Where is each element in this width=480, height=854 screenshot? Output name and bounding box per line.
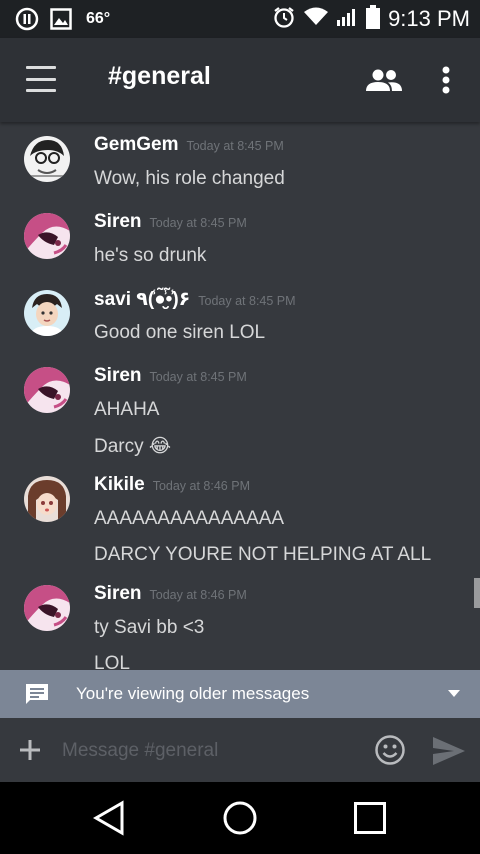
avatar[interactable] (24, 585, 70, 631)
message-text: Darcy 😂 (94, 436, 172, 457)
message-timestamp: Today at 8:45 PM (186, 139, 284, 153)
emoji-icon[interactable] (374, 734, 406, 766)
message-text: AHAHA (94, 399, 160, 420)
message-timestamp: Today at 8:46 PM (152, 479, 250, 493)
send-icon[interactable] (432, 736, 466, 766)
chevron-down-icon[interactable] (448, 690, 460, 697)
pause-circle-icon (14, 6, 40, 32)
temperature-text: 66° (86, 10, 111, 27)
message-author[interactable]: savi ٩(̾●̮̮̃̾•̃̾)۶ Today at 8:45 PM (94, 288, 296, 311)
message-text: he's so drunk (94, 245, 207, 266)
channel-header: #general (0, 38, 480, 122)
alarm-icon (272, 5, 296, 34)
message-author[interactable]: Siren Today at 8:45 PM (94, 211, 247, 233)
author-name[interactable]: savi ٩(̾●̮̮̃̾•̃̾)۶ (94, 289, 190, 310)
older-messages-banner[interactable]: You're viewing older messages (0, 670, 480, 718)
author-name[interactable]: Kikile (94, 474, 145, 495)
system-nav-bar (0, 782, 480, 854)
message-text: AAAAAAAAAAAAAAA (94, 508, 285, 529)
message-timestamp: Today at 8:45 PM (149, 216, 247, 230)
battery-icon (366, 4, 381, 34)
add-attachment-icon[interactable] (16, 736, 44, 764)
more-vert-icon[interactable] (436, 62, 456, 98)
wifi-icon (304, 7, 329, 32)
message-timestamp: Today at 8:45 PM (149, 370, 247, 384)
message-composer (0, 718, 480, 782)
back-icon[interactable] (92, 800, 126, 836)
author-name[interactable]: Siren (94, 365, 142, 386)
message-text: Wow, his role changed (94, 168, 285, 189)
message-text: LOL (94, 653, 130, 670)
message-text: ty Savi bb <3 (94, 617, 205, 638)
home-icon[interactable] (222, 800, 258, 836)
avatar[interactable] (24, 213, 70, 259)
message-text: Good one siren LOL (94, 322, 266, 343)
message-text: DARCY YOURE NOT HELPING AT ALL (94, 544, 432, 565)
chat-bubble-icon (24, 682, 50, 706)
image-icon (48, 6, 74, 32)
older-messages-text: You're viewing older messages (76, 684, 310, 703)
channel-title: #general (108, 62, 211, 90)
message-input[interactable] (60, 732, 364, 770)
message-list[interactable]: GemGem Today at 8:45 PM Wow, his role cha… (0, 122, 480, 670)
author-name[interactable]: Siren (94, 583, 142, 604)
message-author[interactable]: Siren Today at 8:46 PM (94, 583, 247, 605)
menu-icon[interactable] (26, 66, 56, 92)
message-author[interactable]: Kikile Today at 8:46 PM (94, 474, 250, 496)
avatar[interactable] (24, 367, 70, 413)
message-timestamp: Today at 8:46 PM (149, 588, 247, 602)
signal-icon (336, 7, 358, 32)
status-bar: 66° 9:13 PM (0, 0, 480, 38)
avatar[interactable] (24, 476, 70, 522)
avatar[interactable] (24, 290, 70, 336)
message-author[interactable]: GemGem Today at 8:45 PM (94, 134, 284, 156)
author-name[interactable]: GemGem (94, 134, 178, 155)
message-author[interactable]: Siren Today at 8:45 PM (94, 365, 247, 387)
scrollbar-thumb[interactable] (474, 578, 480, 608)
message-timestamp: Today at 8:45 PM (198, 294, 296, 308)
clock-text: 9:13 PM (388, 6, 470, 31)
author-name[interactable]: Siren (94, 211, 142, 232)
members-icon[interactable] (364, 64, 404, 96)
avatar[interactable] (24, 136, 70, 182)
recent-apps-icon[interactable] (354, 802, 386, 834)
